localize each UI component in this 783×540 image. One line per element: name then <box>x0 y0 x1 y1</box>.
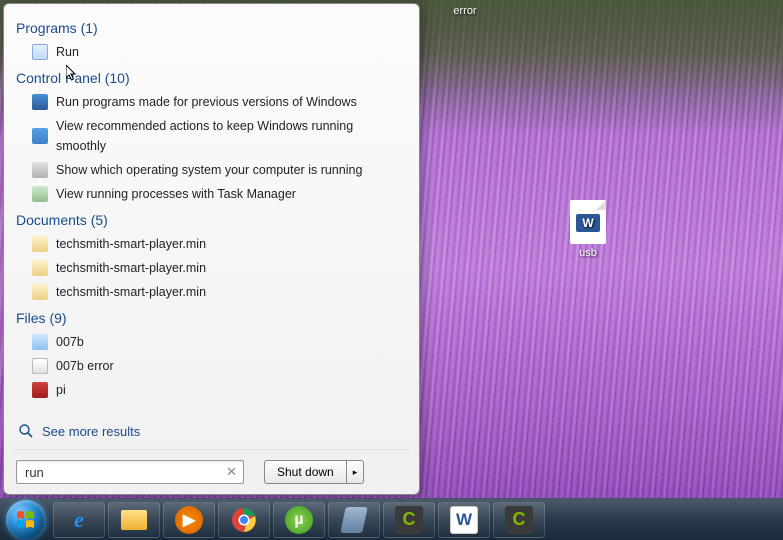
result-action-center[interactable]: View recommended actions to keep Windows… <box>14 114 409 158</box>
image-icon <box>32 334 48 350</box>
result-doc[interactable]: techsmith-smart-player.min <box>14 256 409 280</box>
section-header-programs: Programs (1) <box>16 20 409 36</box>
file-icon <box>32 260 48 276</box>
taskbar-explorer[interactable] <box>108 502 160 538</box>
result-doc[interactable]: techsmith-smart-player.min <box>14 232 409 256</box>
media-player-icon: ▶ <box>175 506 203 534</box>
taskmgr-icon <box>32 186 48 202</box>
result-label: Run <box>56 42 79 62</box>
result-label: 007b error <box>56 356 114 376</box>
search-results: Programs (1) Run Control Panel (10) Run … <box>14 14 409 419</box>
shutdown-label: Shut down <box>277 465 334 479</box>
search-input[interactable]: run ✕ <box>16 460 244 484</box>
result-label: pi <box>56 380 66 400</box>
search-input-value: run <box>25 465 44 480</box>
result-label: View recommended actions to keep Windows… <box>56 116 405 156</box>
see-more-results[interactable]: See more results <box>14 419 409 450</box>
result-doc[interactable]: techsmith-smart-player.min <box>14 280 409 304</box>
clear-search-icon[interactable]: ✕ <box>224 464 239 480</box>
run-icon <box>32 44 48 60</box>
desktop-icon-error[interactable]: error <box>435 5 495 17</box>
result-compat[interactable]: Run programs made for previous versions … <box>14 90 409 114</box>
shield-icon <box>32 94 48 110</box>
result-label: View running processes with Task Manager <box>56 184 296 204</box>
result-file[interactable]: 007b error <box>14 354 409 378</box>
shutdown-options-button[interactable]: ▸ <box>346 460 365 484</box>
taskbar-app[interactable] <box>328 502 380 538</box>
generic-app-icon <box>340 507 368 533</box>
chrome-icon <box>230 506 258 534</box>
utorrent-icon: µ <box>285 506 313 534</box>
search-icon <box>18 423 34 439</box>
more-results-label: See more results <box>42 424 140 439</box>
result-label: techsmith-smart-player.min <box>56 234 206 254</box>
word-icon: W <box>450 506 478 534</box>
result-taskmgr[interactable]: View running processes with Task Manager <box>14 182 409 206</box>
section-header-control-panel: Control Panel (10) <box>16 70 409 86</box>
desktop-icon-label: usb <box>558 247 618 259</box>
text-file-icon <box>32 358 48 374</box>
result-file[interactable]: 007b <box>14 330 409 354</box>
taskbar-word[interactable]: W <box>438 502 490 538</box>
start-button[interactable] <box>6 500 46 540</box>
file-icon <box>32 236 48 252</box>
shutdown-button[interactable]: Shut down <box>264 460 346 484</box>
camtasia-icon: C <box>395 506 423 534</box>
taskbar: e ▶ µ C W C <box>0 498 783 540</box>
camtasia-editor-icon: C <box>505 506 533 534</box>
result-label: 007b <box>56 332 84 352</box>
result-label: techsmith-smart-player.min <box>56 282 206 302</box>
result-label: Run programs made for previous versions … <box>56 92 357 112</box>
start-menu-bottom: run ✕ Shut down ▸ <box>14 458 409 486</box>
folder-icon <box>121 510 147 530</box>
flag-icon <box>32 128 48 144</box>
desktop-icon-usb[interactable]: W usb <box>558 200 618 259</box>
result-system-info[interactable]: Show which operating system your compute… <box>14 158 409 182</box>
result-label: techsmith-smart-player.min <box>56 258 206 278</box>
file-icon <box>32 284 48 300</box>
taskbar-media-player[interactable]: ▶ <box>163 502 215 538</box>
taskbar-utorrent[interactable]: µ <box>273 502 325 538</box>
taskbar-camtasia[interactable]: C <box>383 502 435 538</box>
section-header-documents: Documents (5) <box>16 212 409 228</box>
word-document-icon: W <box>570 200 606 244</box>
shutdown-control: Shut down ▸ <box>264 460 364 484</box>
section-header-files: Files (9) <box>16 310 409 326</box>
start-menu-search-panel: Programs (1) Run Control Panel (10) Run … <box>3 3 420 495</box>
ie-icon: e <box>65 506 93 534</box>
archive-icon <box>32 382 48 398</box>
result-file[interactable]: pi <box>14 378 409 402</box>
taskbar-ie[interactable]: e <box>53 502 105 538</box>
taskbar-chrome[interactable] <box>218 502 270 538</box>
info-icon <box>32 162 48 178</box>
result-run[interactable]: Run <box>14 40 409 64</box>
windows-logo-icon <box>15 509 37 531</box>
chevron-right-icon: ▸ <box>353 467 358 478</box>
taskbar-camtasia-editor[interactable]: C <box>493 502 545 538</box>
desktop-icon-label: error <box>435 5 495 17</box>
result-label: Show which operating system your compute… <box>56 160 362 180</box>
